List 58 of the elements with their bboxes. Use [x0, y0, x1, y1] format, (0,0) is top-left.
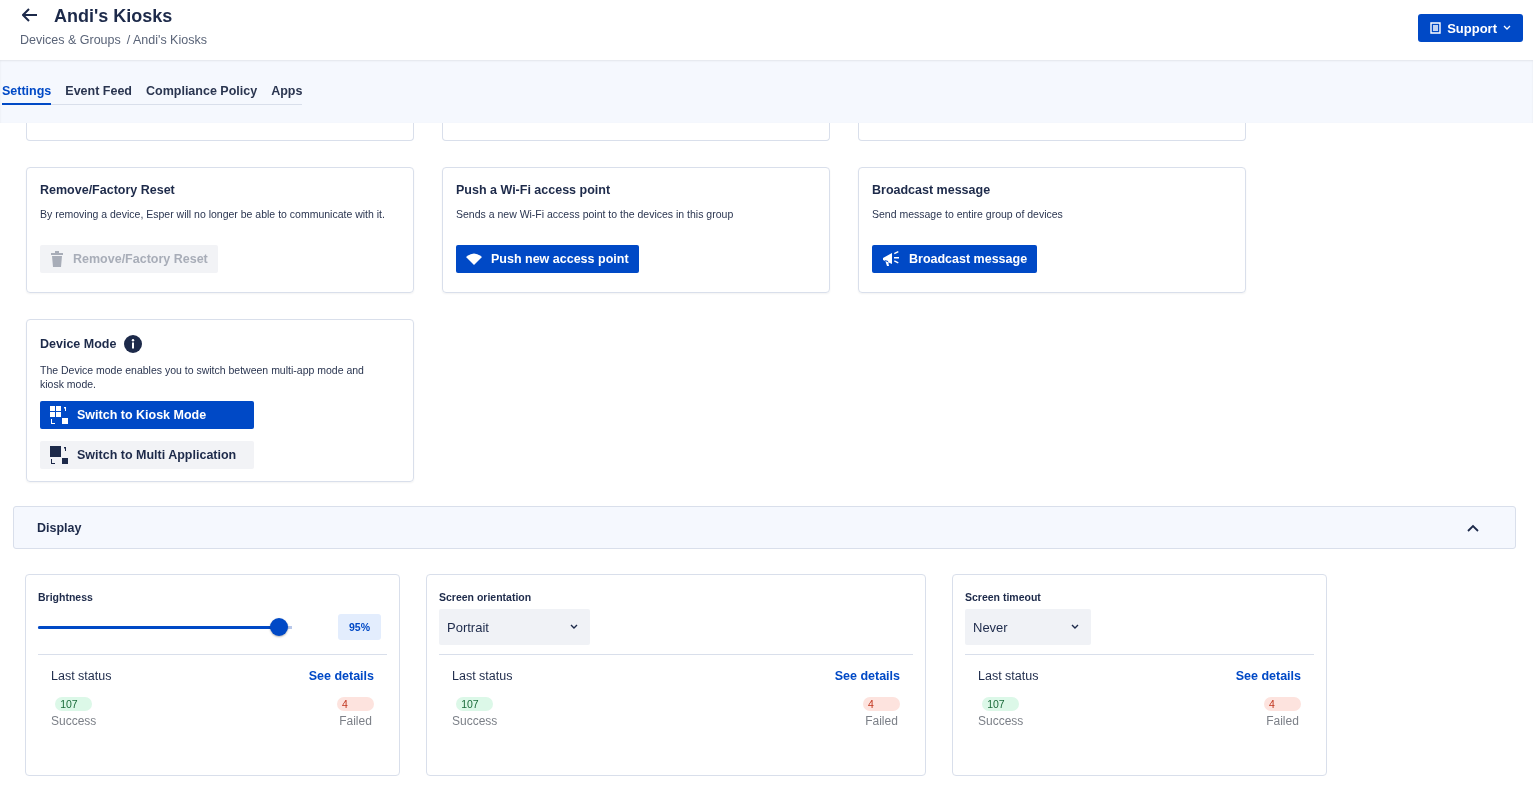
see-details-link[interactable]: See details: [308, 669, 374, 683]
caret-icon: [1503, 25, 1511, 31]
card-title: Broadcast message: [872, 183, 991, 197]
card-description: Sends a new Wi-Fi access point to the devices in this group: [456, 207, 735, 222]
window-switch-icon: [50, 446, 68, 464]
success-count: 107: [55, 697, 93, 711]
wifi-icon: [466, 253, 482, 265]
breadcrumb-link[interactable]: Devices & Groups: [20, 33, 121, 47]
action-button[interactable]: Broadcast message: [872, 245, 1038, 273]
document-icon: [1430, 22, 1442, 34]
card-description: The Device mode enables you to switch between multi-app mode and kiosk mode.: [40, 363, 365, 391]
tab[interactable]: Compliance Policy: [146, 82, 258, 105]
success-label: Success: [978, 714, 1024, 728]
see-details-link[interactable]: See details: [834, 669, 900, 683]
card-description: Send message to entire group of devices: [872, 207, 1064, 222]
setting-label: Brightness: [38, 591, 94, 603]
info-icon[interactable]: [124, 335, 143, 353]
success-count: 107: [456, 697, 494, 711]
caret-icon: [1071, 624, 1079, 630]
card-title: Remove/Factory Reset: [40, 183, 175, 197]
card-title: Device Mode: [40, 337, 117, 351]
see-details-link[interactable]: See details: [1235, 669, 1301, 683]
grid-switch-icon: [50, 406, 68, 424]
dropdown[interactable]: Never: [965, 609, 1091, 645]
slider-thumb[interactable]: [270, 618, 289, 636]
support-button[interactable]: Support: [1418, 14, 1523, 42]
action-button[interactable]: Switch to Kiosk Mode: [40, 401, 254, 429]
failed-count: 4: [863, 697, 900, 711]
card-title: Push a Wi-Fi access point: [456, 183, 611, 197]
section-header[interactable]: Display: [13, 506, 1516, 549]
setting-label: Screen timeout: [965, 591, 1042, 603]
success-count: 107: [982, 697, 1020, 711]
failed-label: Failed: [865, 714, 898, 728]
breadcrumb-current: / Andi's Kiosks: [126, 33, 207, 47]
status-label: Last status: [452, 669, 513, 683]
setting-label: Screen orientation: [439, 591, 533, 603]
card-description: By removing a device, Esper will no longer be able to communicate with it.: [40, 207, 386, 222]
failed-count: 4: [337, 697, 374, 711]
status-label: Last status: [51, 669, 112, 683]
status-label: Last status: [978, 669, 1039, 683]
section-title: Display: [37, 520, 82, 535]
page-title: Andi's Kiosks: [54, 6, 173, 27]
success-label: Success: [51, 714, 97, 728]
failed-label: Failed: [339, 714, 372, 728]
tab[interactable]: Settings: [2, 82, 52, 105]
caret-icon: [570, 624, 578, 630]
failed-count: 4: [1264, 697, 1301, 711]
back-arrow-icon: [22, 8, 38, 22]
action-button[interactable]: Switch to Multi Application: [40, 441, 254, 469]
dropdown[interactable]: Portrait: [439, 609, 590, 645]
trash-icon: [50, 251, 64, 267]
failed-label: Failed: [1266, 714, 1299, 728]
success-label: Success: [452, 714, 498, 728]
tab[interactable]: Event Feed: [65, 82, 132, 105]
action-button[interactable]: Push new access point: [456, 245, 639, 273]
megaphone-icon: [882, 251, 900, 267]
tab[interactable]: Apps: [271, 82, 303, 105]
slider-value: 95%: [338, 614, 381, 640]
